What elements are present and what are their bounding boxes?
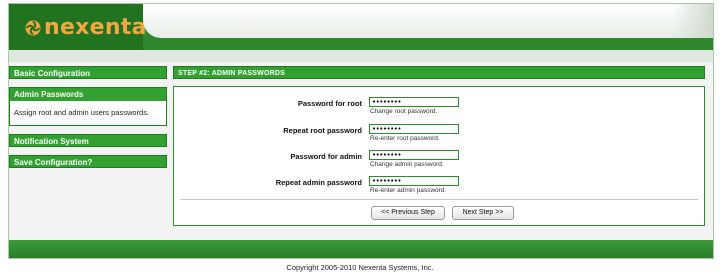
password-form: Password for root •••••••• Change root p… bbox=[173, 86, 705, 226]
sub-header-bar bbox=[9, 50, 713, 62]
main-panel: STEP #2: ADMIN PASSWORDS Password for ro… bbox=[173, 66, 705, 226]
admin-password-input[interactable]: •••••••• bbox=[369, 150, 459, 160]
repeat-admin-password-input[interactable]: •••••••• bbox=[369, 176, 459, 186]
field-label: Password for admin bbox=[290, 152, 362, 161]
field-hint: Re-enter root password. bbox=[370, 135, 440, 142]
sidebar-item-admin-passwords[interactable]: Admin Passwords bbox=[10, 88, 166, 101]
footer-bar bbox=[9, 240, 713, 258]
field-hint: Re-enter admin password. bbox=[370, 187, 447, 194]
sidebar-item-admin-passwords-panel: Admin Passwords Assign root and admin us… bbox=[9, 87, 167, 126]
logo-area: nexenta bbox=[9, 4, 147, 52]
nexenta-logo-icon bbox=[25, 20, 41, 36]
field-hint: Change admin password. bbox=[370, 161, 444, 168]
field-label: Password for root bbox=[297, 99, 362, 108]
field-hint: Change root password. bbox=[370, 108, 438, 115]
previous-step-button[interactable]: << Previous Step bbox=[371, 206, 445, 220]
header-banner bbox=[143, 4, 713, 38]
sidebar-item-notification-system[interactable]: Notification System bbox=[9, 134, 167, 147]
next-step-button[interactable]: Next Step >> bbox=[452, 206, 514, 220]
sidebar-item-basic-configuration[interactable]: Basic Configuration bbox=[9, 66, 167, 79]
copyright: Copyright 2005-2010 Nexenta Systems, Inc… bbox=[286, 263, 434, 272]
root-password-input[interactable]: •••••••• bbox=[369, 97, 459, 107]
field-label: Repeat admin password bbox=[275, 178, 362, 187]
sidebar-item-save-configuration[interactable]: Save Configuration? bbox=[9, 155, 167, 168]
step-title: STEP #2: ADMIN PASSWORDS bbox=[173, 66, 705, 79]
logo: nexenta bbox=[25, 17, 147, 39]
repeat-root-password-input[interactable]: •••••••• bbox=[369, 124, 459, 134]
field-label: Repeat root password bbox=[283, 126, 362, 135]
divider bbox=[180, 199, 698, 200]
sidebar: Basic Configuration Admin Passwords Assi… bbox=[9, 66, 167, 176]
logo-text: nexenta bbox=[44, 15, 147, 40]
sidebar-item-description: Assign root and admin users passwords. bbox=[14, 108, 150, 117]
